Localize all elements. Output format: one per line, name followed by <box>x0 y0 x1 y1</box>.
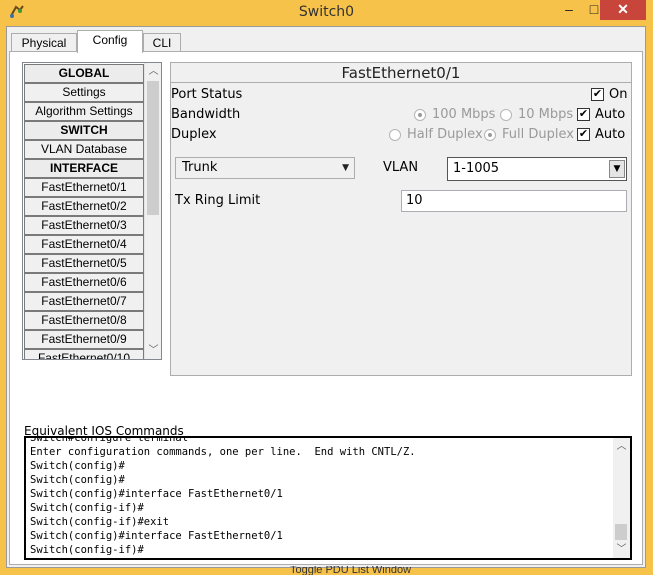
console-line: Switch#configure terminal <box>30 436 189 444</box>
nav-item[interactable]: Settings <box>24 83 144 102</box>
vlan-label: VLAN <box>383 160 419 175</box>
interface-title: FastEthernet0/1 <box>171 63 631 83</box>
duplex-half-label: Half Duplex <box>407 127 483 142</box>
console-line: Enter configuration commands, one per li… <box>30 446 416 458</box>
console-text: Switch#configure terminal Enter configura… <box>30 436 416 557</box>
config-tab-panel: GLOBAL Settings Algorithm Settings SWITCH VL… <box>9 51 643 565</box>
client-area: Physical Config CLI GLOBAL Settings Algori… <box>6 26 646 568</box>
nav-item[interactable]: FastEthernet0/6 <box>24 273 144 292</box>
port-status-on-label: On <box>609 87 628 102</box>
dropdown-arrow-icon: ▼ <box>342 163 349 173</box>
scroll-thumb[interactable] <box>147 81 159 215</box>
console-scroll-thumb[interactable] <box>615 524 627 540</box>
interface-panel: FastEthernet0/1 Port Status ✔ On Bandwid… <box>170 62 632 376</box>
port-status-checkbox[interactable]: ✔ <box>591 88 604 101</box>
port-status-label: Port Status <box>171 87 243 102</box>
switch-window: Switch0 – □ ✕ Physical Config CLI GLOBAL… <box>0 0 653 575</box>
scroll-up-icon[interactable]: ︿ <box>145 63 161 80</box>
nav-item[interactable]: FastEthernet0/8 <box>24 311 144 330</box>
bandwidth-100-radio[interactable] <box>414 109 426 121</box>
nav-item[interactable]: FastEthernet0/7 <box>24 292 144 311</box>
bandwidth-10-label: 10 Mbps <box>518 107 574 122</box>
bandwidth-label: Bandwidth <box>171 107 241 122</box>
duplex-full-radio[interactable] <box>484 129 496 141</box>
tab-physical[interactable]: Physical <box>11 33 77 52</box>
nav-items: GLOBAL Settings Algorithm Settings SWITCH VL… <box>24 64 144 359</box>
duplex-half-radio[interactable] <box>389 129 401 141</box>
nav-item[interactable]: FastEthernet0/2 <box>24 197 144 216</box>
console-line: Switch(config)#interface FastEthernet0/1 <box>30 488 283 500</box>
console-line: Switch(config)#interface FastEthernet0/1 <box>30 530 283 542</box>
nav-section-header: INTERFACE <box>24 159 144 178</box>
nav-item[interactable]: FastEthernet0/4 <box>24 235 144 254</box>
vlan-dropdown-icon[interactable]: ▼ <box>609 160 625 178</box>
nav-item[interactable]: FastEthernet0/1 <box>24 178 144 197</box>
tab-cli[interactable]: CLI <box>143 33 181 52</box>
duplex-full-label: Full Duplex <box>502 127 574 142</box>
taskbar-toggle-pdu[interactable]: Toggle PDU List Window <box>290 566 411 575</box>
console-line: Switch(config-if)# <box>30 502 144 514</box>
vlan-value: 1-1005 <box>453 161 500 176</box>
title-bar[interactable]: Switch0 – □ ✕ <box>0 0 653 26</box>
ios-commands-console[interactable]: Switch#configure terminal Enter configura… <box>24 436 632 560</box>
port-mode-value: Trunk <box>182 160 218 175</box>
console-scroll-up-icon[interactable]: ︿ <box>613 438 630 455</box>
duplex-label: Duplex <box>171 127 217 142</box>
duplex-auto-checkbox[interactable]: ✔ <box>577 128 590 141</box>
duplex-auto-label: Auto <box>595 127 626 142</box>
bandwidth-10-radio[interactable] <box>500 109 512 121</box>
minimize-button[interactable]: – <box>555 0 583 20</box>
tx-ring-input[interactable]: 10 <box>401 190 627 212</box>
nav-item[interactable]: FastEthernet0/3 <box>24 216 144 235</box>
nav-section-header: SWITCH <box>24 121 144 140</box>
bandwidth-auto-label: Auto <box>595 107 626 122</box>
vlan-combo[interactable]: 1-1005 ▼ <box>447 157 627 181</box>
console-line: Switch(config)# <box>30 460 125 472</box>
close-button[interactable]: ✕ <box>600 0 646 20</box>
nav-section-header: GLOBAL <box>24 64 144 83</box>
console-line: Switch(config)# <box>30 474 125 486</box>
nav-item[interactable]: FastEthernet0/5 <box>24 254 144 273</box>
scroll-down-icon[interactable]: ﹀ <box>145 342 161 359</box>
tx-ring-label: Tx Ring Limit <box>175 193 261 208</box>
nav-item[interactable]: Algorithm Settings <box>24 102 144 121</box>
bandwidth-auto-checkbox[interactable]: ✔ <box>577 108 590 121</box>
config-nav-list: GLOBAL Settings Algorithm Settings SWITCH VL… <box>22 62 162 360</box>
port-mode-select[interactable]: Trunk ▼ <box>175 157 355 179</box>
nav-item[interactable]: FastEthernet0/9 <box>24 330 144 349</box>
bandwidth-100-label: 100 Mbps <box>432 107 496 122</box>
console-line: Switch(config-if)#exit <box>30 516 170 528</box>
console-line: Switch(config-if)# <box>30 544 144 556</box>
console-scroll-down-icon[interactable]: ﹀ <box>613 541 630 558</box>
nav-scrollbar[interactable]: ︿ ﹀ <box>144 63 161 359</box>
nav-item[interactable]: FastEthernet0/10 <box>24 349 144 359</box>
console-scrollbar[interactable]: ︿ ﹀ <box>613 438 630 558</box>
tab-config[interactable]: Config <box>77 30 143 53</box>
nav-item[interactable]: VLAN Database <box>24 140 144 159</box>
